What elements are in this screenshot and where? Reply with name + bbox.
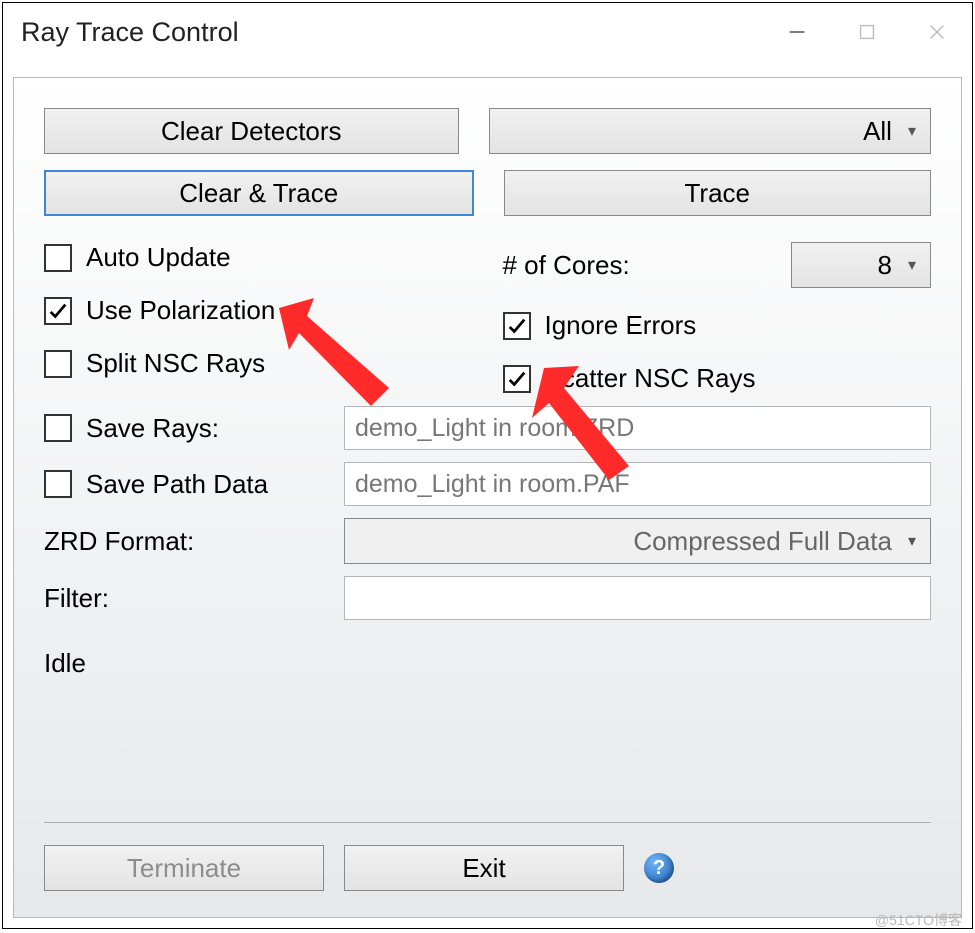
auto-update-label: Auto Update: [86, 242, 231, 273]
detector-selector-dropdown[interactable]: All ▾: [489, 108, 932, 154]
checkbox-icon: [44, 244, 72, 272]
window-title: Ray Trace Control: [21, 17, 239, 48]
save-rays-input[interactable]: demo_Light in room.ZRD: [344, 406, 931, 450]
trace-button[interactable]: Trace: [504, 170, 932, 216]
save-rays-value: demo_Light in room.ZRD: [355, 414, 634, 443]
title-bar: Ray Trace Control: [3, 3, 972, 61]
filter-input[interactable]: [344, 576, 931, 620]
dialog-body: Clear Detectors All ▾ Clear & Trace Trac…: [13, 77, 962, 918]
trace-label: Trace: [685, 178, 751, 209]
maximize-button[interactable]: [832, 3, 902, 61]
save-path-data-label: Save Path Data: [86, 469, 268, 500]
cores-dropdown[interactable]: 8 ▾: [791, 242, 931, 288]
zrd-format-dropdown[interactable]: Compressed Full Data ▾: [344, 518, 931, 564]
terminate-label: Terminate: [127, 853, 241, 884]
divider: [44, 822, 931, 823]
split-nsc-rays-label: Split NSC Rays: [86, 348, 265, 379]
split-nsc-rays-checkbox[interactable]: Split NSC Rays: [44, 348, 473, 379]
auto-update-checkbox[interactable]: Auto Update: [44, 242, 473, 273]
ignore-errors-label: Ignore Errors: [545, 310, 697, 341]
close-button[interactable]: [902, 3, 972, 61]
clear-detectors-button[interactable]: Clear Detectors: [44, 108, 459, 154]
cores-label: # of Cores:: [503, 250, 778, 281]
zrd-format-label-wrap: ZRD Format:: [44, 526, 334, 557]
window-frame: Ray Trace Control Clear Detectors All ▾ …: [2, 2, 973, 929]
checkbox-icon: [44, 414, 72, 442]
filter-label-wrap: Filter:: [44, 583, 334, 614]
help-icon[interactable]: ?: [644, 853, 674, 883]
save-path-data-input[interactable]: demo_Light in room.PAF: [344, 462, 931, 506]
clear-and-trace-label: Clear & Trace: [179, 178, 338, 209]
zrd-format-value: Compressed Full Data: [633, 526, 892, 557]
use-polarization-checkbox[interactable]: Use Polarization: [44, 295, 473, 326]
minimize-button[interactable]: [762, 3, 832, 61]
cores-value: 8: [878, 250, 892, 281]
filter-label: Filter:: [44, 583, 109, 614]
exit-label: Exit: [462, 853, 505, 884]
scatter-nsc-rays-checkbox[interactable]: Scatter NSC Rays: [503, 363, 932, 394]
checkbox-icon: [503, 312, 531, 340]
exit-button[interactable]: Exit: [344, 845, 624, 891]
clear-detectors-label: Clear Detectors: [161, 116, 342, 147]
checkbox-icon: [44, 350, 72, 378]
save-rays-label: Save Rays:: [86, 413, 219, 444]
chevron-down-icon: ▾: [908, 531, 916, 551]
checkbox-icon: [44, 297, 72, 325]
use-polarization-label: Use Polarization: [86, 295, 275, 326]
terminate-button[interactable]: Terminate: [44, 845, 324, 891]
checkbox-icon: [44, 470, 72, 498]
chevron-down-icon: ▾: [908, 255, 916, 275]
scatter-nsc-rays-label: Scatter NSC Rays: [545, 363, 756, 394]
clear-and-trace-button[interactable]: Clear & Trace: [44, 170, 474, 216]
save-path-data-checkbox[interactable]: Save Path Data: [44, 469, 334, 500]
status-text: Idle: [44, 648, 931, 679]
save-rays-checkbox[interactable]: Save Rays:: [44, 413, 334, 444]
detector-selector-value: All: [863, 116, 892, 147]
zrd-format-label: ZRD Format:: [44, 526, 194, 557]
ignore-errors-checkbox[interactable]: Ignore Errors: [503, 310, 932, 341]
chevron-down-icon: ▾: [908, 121, 916, 141]
watermark: @51CTO博客: [875, 910, 962, 930]
save-path-data-value: demo_Light in room.PAF: [355, 470, 630, 499]
checkbox-icon: [503, 365, 531, 393]
